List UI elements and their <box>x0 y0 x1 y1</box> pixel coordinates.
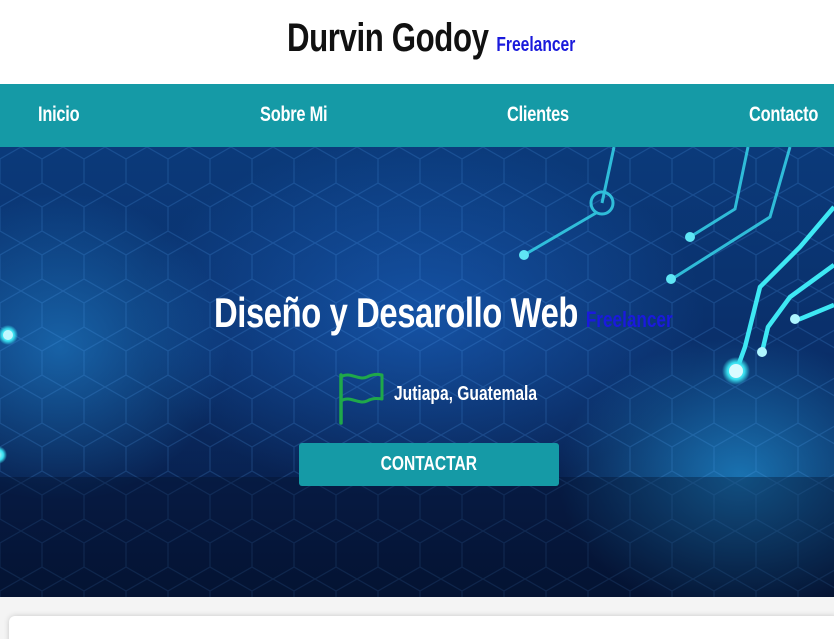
site-header: Durvin Godoy Freelancer <box>0 0 834 84</box>
location-text: Jutiapa, Guatemala <box>394 383 538 405</box>
contactar-button[interactable]: CONTACTAR <box>299 443 559 486</box>
flag-icon <box>339 372 384 425</box>
nav-item-inicio[interactable]: Inicio <box>38 103 80 127</box>
site-title[interactable]: Durvin Godoy Freelancer <box>287 16 575 61</box>
hero-background-circuit <box>0 147 834 597</box>
site-title-text: Durvin Godoy <box>287 16 489 60</box>
site-tagline: Freelancer <box>496 34 576 56</box>
hero-title: Diseño y Desarollo Web Freelancer <box>214 289 673 337</box>
nav-item-clientes[interactable]: Clientes <box>507 103 569 127</box>
content-card <box>9 616 834 639</box>
main-nav: Inicio Sobre Mi Clientes Contacto <box>0 84 834 147</box>
hero-title-text: Diseño y Desarollo Web <box>214 289 579 336</box>
nav-item-sobre-mi[interactable]: Sobre Mi <box>260 103 328 127</box>
hero-section: Diseño y Desarollo Web Freelancer Jutiapa… <box>0 147 834 597</box>
nav-item-contacto[interactable]: Contacto <box>749 103 818 127</box>
contactar-button-label: CONTACTAR <box>380 453 478 475</box>
hero-tagline: Freelancer <box>585 307 673 332</box>
